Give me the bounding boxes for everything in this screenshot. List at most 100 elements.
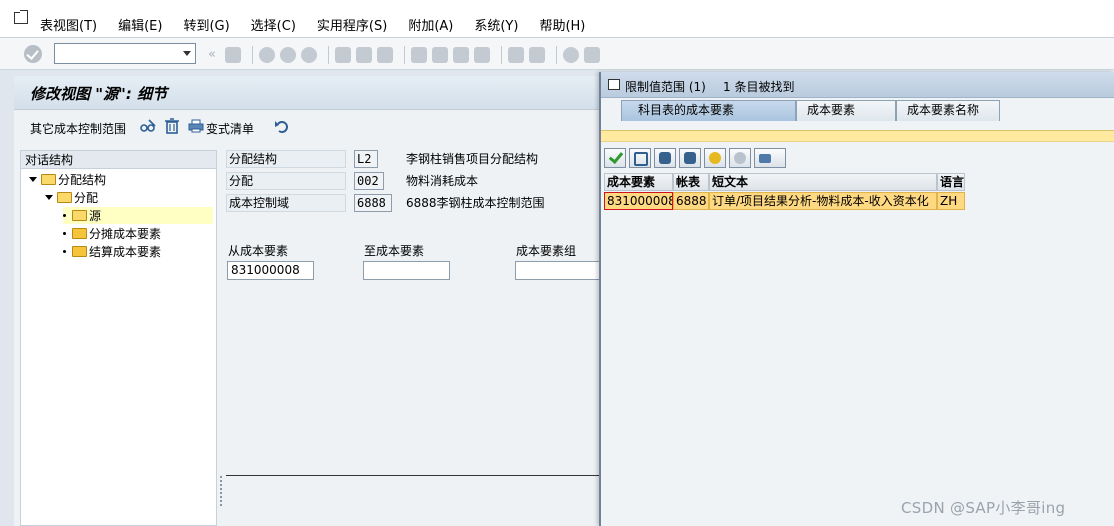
chevron-down-icon[interactable] <box>183 51 191 56</box>
previous-page-icon[interactable] <box>432 47 448 63</box>
print-icon[interactable] <box>335 47 351 63</box>
folder-icon <box>72 228 87 239</box>
value-range-dialog: 限制值范围 (1) 1 条目被找到 科目表的成本要素 成本要素 成本要素名称 成… <box>599 72 1114 526</box>
watermark: CSDN @SAP小李哥ing <box>901 499 1066 517</box>
find-next-icon[interactable] <box>679 148 701 168</box>
dialog-toolbar <box>604 148 789 168</box>
expand-triangle-icon[interactable] <box>29 177 37 182</box>
tab-cost-element-name[interactable]: 成本要素名称 <box>896 100 1000 121</box>
folder-open-icon <box>72 210 87 221</box>
tree-node-allocation[interactable]: 分配 <box>45 189 98 206</box>
from-cost-element-input[interactable]: 831000008 <box>227 261 314 280</box>
edit-glasses-icon[interactable] <box>140 118 156 134</box>
dialog-status: 1 条目被找到 <box>723 80 795 94</box>
cell-short-text[interactable]: 订单/项目结果分析-物料成本-收入资本化 <box>709 192 937 210</box>
enter-icon[interactable] <box>24 45 42 63</box>
expand-triangle-icon[interactable] <box>45 195 53 200</box>
col-header-short-text[interactable]: 短文本 <box>709 173 937 191</box>
tree-node-label: 分配 <box>74 191 99 205</box>
bullet-icon <box>63 214 66 217</box>
standard-toolbar: « <box>0 38 1114 70</box>
last-page-icon[interactable] <box>474 47 490 63</box>
toolbar-separator <box>501 46 502 64</box>
menu-utilities[interactable]: 实用程序(S) <box>317 15 387 34</box>
page-title: 修改视图 "源": 细节 <box>30 85 168 103</box>
add-favorite-icon[interactable] <box>704 148 726 168</box>
cancel-icon[interactable] <box>629 148 651 168</box>
col-header-language[interactable]: 语言 <box>937 173 965 191</box>
bullet-icon <box>63 250 66 253</box>
cost-element-group-input[interactable] <box>515 261 600 280</box>
tree-node-label: 结算成本要素 <box>89 245 162 259</box>
tab-cost-elements[interactable]: 成本要素 <box>796 100 896 121</box>
other-area-button[interactable]: 其它成本控制范围 <box>30 120 126 137</box>
tree-node-allocation-structure[interactable]: 分配结构 <box>29 171 106 188</box>
print-dropdown-icon[interactable] <box>754 148 786 168</box>
print-icon[interactable] <box>188 119 204 133</box>
allocation-structure-label: 分配结构 <box>226 150 346 168</box>
panel-splitter[interactable] <box>217 150 223 526</box>
from-cost-element-label: 从成本要素 <box>228 244 289 258</box>
command-field[interactable] <box>54 43 196 64</box>
layout-menu-icon[interactable] <box>584 47 600 63</box>
screen-title-bar: 修改视图 "源": 细节 <box>14 76 600 110</box>
to-cost-element-label: 至成本要素 <box>364 244 425 258</box>
help-icon[interactable] <box>563 47 579 63</box>
confirm-check-icon[interactable] <box>604 148 626 168</box>
tree-node-settlement-cost-elements[interactable]: 结算成本要素 <box>63 243 161 260</box>
undo-icon[interactable] <box>274 118 290 134</box>
cell-cost-element[interactable]: 831000008 <box>604 192 673 210</box>
menu-selection[interactable]: 选择(C) <box>251 15 296 34</box>
system-menu-icon[interactable] <box>14 12 28 24</box>
menu-table-view[interactable]: 表视图(T) <box>40 15 97 34</box>
find-next-icon[interactable] <box>377 47 393 63</box>
cell-chart[interactable]: 6888 <box>673 192 709 210</box>
shortcut-icon[interactable] <box>529 47 545 63</box>
next-page-icon[interactable] <box>453 47 469 63</box>
folder-open-icon <box>41 174 56 185</box>
application-toolbar: 其它成本控制范围 变式清单 <box>14 110 600 144</box>
first-page-icon[interactable] <box>411 47 427 63</box>
help-icon[interactable] <box>729 148 751 168</box>
cancel-icon[interactable] <box>301 47 317 63</box>
menu-goto[interactable]: 转到(G) <box>183 15 229 34</box>
tree-node-source[interactable]: 源 <box>63 207 213 224</box>
divider <box>226 475 600 476</box>
delete-icon[interactable] <box>164 118 180 134</box>
detail-form: 分配结构 L2 李钢柱销售项目分配结构 分配 002 物料消耗成本 成本控制域 … <box>226 150 600 526</box>
splitter-grip[interactable] <box>220 476 222 506</box>
toolbar-separator <box>328 46 329 64</box>
folder-icon <box>72 246 87 257</box>
variant-list-button[interactable]: 变式清单 <box>206 120 254 137</box>
main-screen: 修改视图 "源": 细节 其它成本控制范围 变式清单 对话结构 分配结构 分配 … <box>14 76 600 526</box>
tree-header: 对话结构 <box>21 151 216 169</box>
toolbar-separator <box>556 46 557 64</box>
find-icon[interactable] <box>654 148 676 168</box>
menu-system[interactable]: 系统(Y) <box>474 15 518 34</box>
tab-chart-of-accounts-cost-elements[interactable]: 科目表的成本要素 <box>621 100 796 121</box>
restriction-bar <box>601 130 1114 142</box>
menu-edit[interactable]: 编辑(E) <box>118 15 162 34</box>
controlling-area-desc: 6888李钢柱成本控制范围 <box>406 196 545 210</box>
tree-node-allocation-cost-elements[interactable]: 分摊成本要素 <box>63 225 161 242</box>
exit-icon[interactable] <box>280 47 296 63</box>
assessment-label: 分配 <box>226 172 346 190</box>
dialog-tabs: 科目表的成本要素 成本要素 成本要素名称 <box>601 98 1114 122</box>
dialog-title: 限制值范围 (1) <box>625 80 706 94</box>
allocation-structure-desc: 李钢柱销售项目分配结构 <box>406 152 539 166</box>
cell-language[interactable]: ZH <box>937 192 965 210</box>
toolbar-separator <box>404 46 405 64</box>
back-icon[interactable] <box>259 47 275 63</box>
to-cost-element-input[interactable] <box>363 261 450 280</box>
new-session-icon[interactable] <box>508 47 524 63</box>
save-icon[interactable] <box>225 47 241 63</box>
menu-extras[interactable]: 附加(A) <box>408 15 453 34</box>
col-header-cost-element[interactable]: 成本要素 <box>604 173 673 191</box>
window-icon[interactable] <box>608 79 620 90</box>
col-header-chart[interactable]: 帐表 <box>673 173 709 191</box>
menu-help[interactable]: 帮助(H) <box>539 15 585 34</box>
allocation-structure-field: L2 <box>354 150 378 168</box>
dialog-title-bar: 限制值范围 (1) 1 条目被找到 <box>601 72 1114 98</box>
back-chevron-icon[interactable]: « <box>204 47 220 63</box>
find-icon[interactable] <box>356 47 372 63</box>
